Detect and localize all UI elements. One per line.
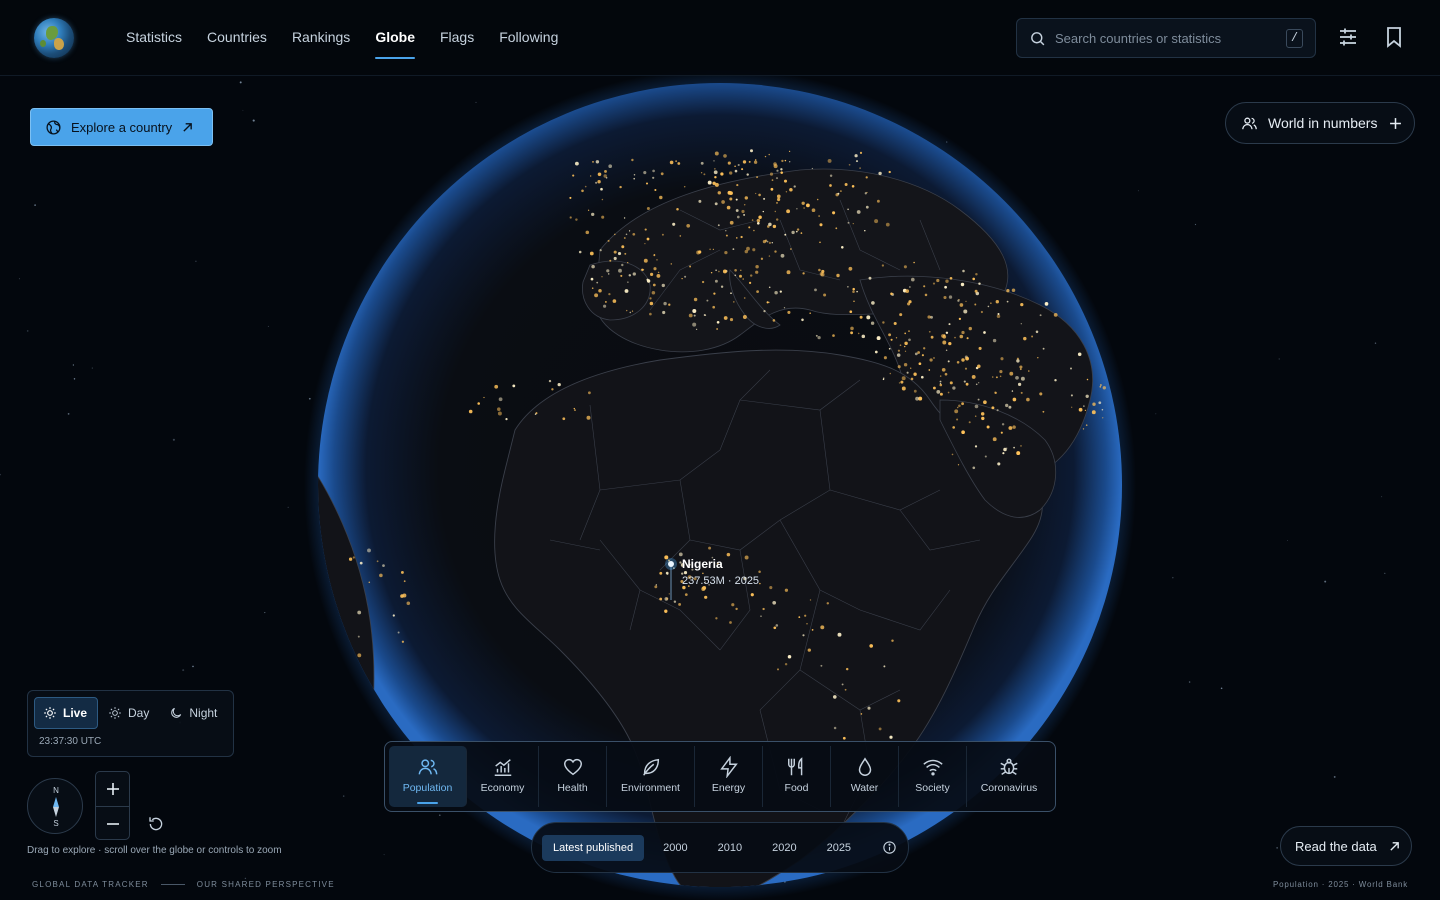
- sun-icon: [44, 707, 56, 719]
- category-label: Water: [850, 782, 879, 794]
- category-label: Health: [557, 782, 588, 794]
- footer-tagline: GLOBAL DATA TRACKER OUR SHARED PERSPECTI…: [32, 880, 335, 889]
- category-environment[interactable]: Environment: [607, 746, 695, 807]
- category-label: Population: [402, 782, 453, 794]
- virus-icon: [1000, 758, 1018, 775]
- utensils-icon: [787, 757, 802, 776]
- search-icon: [1031, 32, 1045, 46]
- search-shortcut: /: [1286, 29, 1303, 48]
- category-label: Society: [915, 782, 950, 794]
- time-night-label: Night: [189, 706, 218, 720]
- compass-control[interactable]: N S: [27, 778, 83, 834]
- zoom-control: [95, 771, 130, 840]
- footer-brand: GLOBAL DATA TRACKER: [32, 880, 149, 889]
- search-input[interactable]: [1055, 19, 1275, 57]
- chart-icon: [494, 759, 511, 776]
- read-the-data-button[interactable]: Read the data: [1280, 826, 1412, 866]
- arrow-up-right-icon: [183, 122, 193, 132]
- category-coronavirus[interactable]: Coronavirus: [967, 746, 1051, 807]
- footer-motto: OUR SHARED PERSPECTIVE: [196, 880, 335, 889]
- explore-label: Explore a country: [71, 119, 173, 135]
- category-label: Economy: [480, 782, 525, 794]
- nav-following[interactable]: Following: [499, 0, 558, 76]
- wifi-icon: [922, 759, 943, 776]
- time-night-button[interactable]: Night: [161, 697, 227, 729]
- compass-north: N: [53, 786, 59, 795]
- category-label: Energy: [711, 782, 746, 794]
- bolt-icon: [719, 756, 738, 778]
- world-in-numbers-button[interactable]: World in numbers: [1225, 102, 1415, 144]
- zoom-in-button[interactable]: [96, 772, 129, 806]
- users-icon: [418, 759, 437, 775]
- time-day-button[interactable]: Day: [100, 697, 159, 729]
- year-latest[interactable]: Latest published: [542, 834, 645, 861]
- leaf-icon: [642, 758, 659, 776]
- category-economy[interactable]: Economy: [467, 746, 539, 807]
- read-the-data-label: Read the data: [1295, 838, 1377, 854]
- droplet-icon: [858, 757, 871, 776]
- reset-view-icon[interactable]: [147, 815, 165, 833]
- world-in-numbers-label: World in numbers: [1268, 115, 1378, 131]
- globe-icon: [46, 119, 61, 135]
- year-selector: Latest published 2000 2010 2020 2025: [531, 822, 909, 873]
- drag-hint: Drag to explore · scroll over the globe …: [27, 845, 282, 856]
- minus-icon: [106, 823, 119, 825]
- year-2020[interactable]: 2020: [761, 835, 807, 861]
- sliders-icon[interactable]: [1336, 25, 1360, 49]
- category-energy[interactable]: Energy: [695, 746, 763, 807]
- time-mode-panel: Live Day Night 23:37:30 UTC: [27, 690, 234, 757]
- utc-clock: 23:37:30 UTC: [39, 736, 102, 747]
- category-health[interactable]: Health: [539, 746, 607, 807]
- time-live-button[interactable]: Live: [34, 697, 99, 729]
- users-icon: [1242, 117, 1257, 129]
- marker-country: Nigeria: [682, 557, 723, 571]
- category-society[interactable]: Society: [899, 746, 967, 807]
- category-bar: Population Economy Health Environment En…: [384, 741, 1056, 812]
- info-icon[interactable]: [882, 840, 897, 855]
- category-water[interactable]: Water: [831, 746, 899, 807]
- marker-label: Nigeria 237.53M · 2025: [682, 557, 759, 587]
- time-day-label: Day: [128, 706, 150, 720]
- marker-value: 237.53M · 2025: [682, 575, 760, 587]
- compass-needle-icon: [53, 797, 59, 817]
- category-label: Environment: [621, 782, 680, 794]
- zoom-out-button[interactable]: [96, 807, 129, 841]
- nav-countries[interactable]: Countries: [207, 0, 267, 76]
- top-bar: Statistics Countries Rankings Globe Flag…: [0, 0, 1440, 76]
- bookmark-icon[interactable]: [1382, 25, 1406, 49]
- nav-globe[interactable]: Globe: [375, 0, 415, 76]
- nav-statistics[interactable]: Statistics: [126, 0, 182, 76]
- main-nav: Statistics Countries Rankings Globe Flag…: [126, 0, 583, 76]
- logo-globe-icon[interactable]: [34, 18, 74, 58]
- category-population[interactable]: Population: [389, 746, 467, 807]
- time-live-label: Live: [63, 706, 88, 720]
- compass-south: S: [53, 819, 59, 828]
- category-food[interactable]: Food: [763, 746, 831, 807]
- nav-flags[interactable]: Flags: [440, 0, 474, 76]
- year-2010[interactable]: 2010: [707, 835, 753, 861]
- plus-icon: [106, 783, 119, 795]
- explore-country-button[interactable]: Explore a country: [30, 108, 213, 146]
- plus-icon: [1390, 117, 1402, 129]
- moon-icon: [171, 707, 182, 718]
- footer-source: Population · 2025 · World Bank: [1272, 880, 1408, 889]
- category-label: Coronavirus: [980, 782, 1038, 794]
- heart-icon: [563, 758, 582, 776]
- map-pin-icon[interactable]: [668, 561, 674, 567]
- search-box: /: [1016, 18, 1316, 58]
- nav-rankings[interactable]: Rankings: [292, 0, 350, 76]
- sun-outline-icon: [109, 707, 121, 719]
- arrow-up-right-icon: [1390, 841, 1399, 851]
- year-2000[interactable]: 2000: [652, 835, 698, 861]
- category-label: Food: [784, 782, 809, 794]
- year-2025[interactable]: 2025: [816, 835, 862, 861]
